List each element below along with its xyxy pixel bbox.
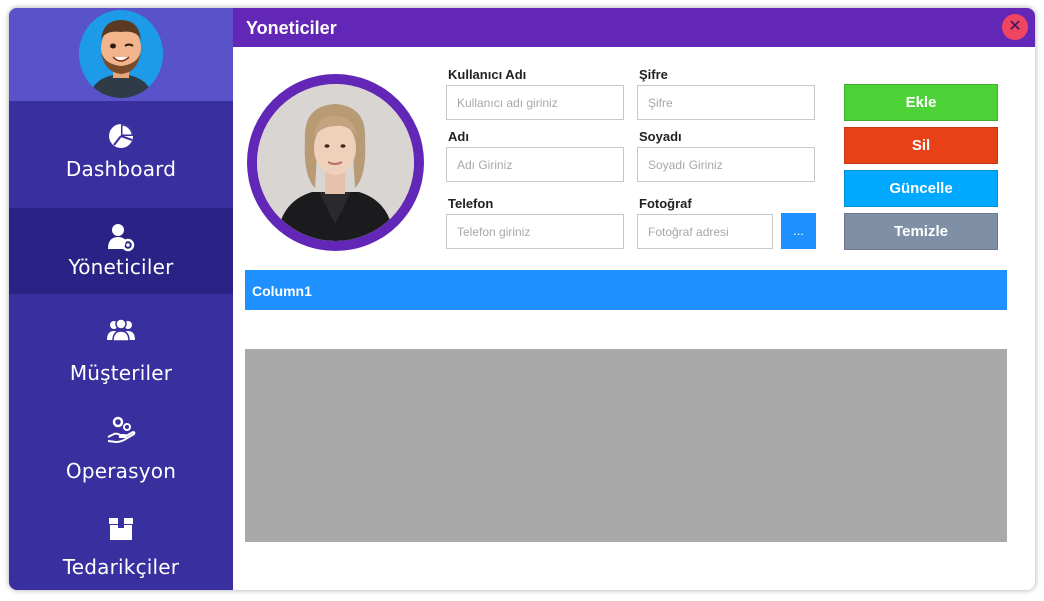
grid-header[interactable]: Column1: [245, 270, 1007, 310]
photo-label: Fotoğraf: [639, 196, 692, 211]
sidebar-item-label: Tedarikçiler: [62, 555, 180, 579]
sidebar-item-label: Yöneticiler: [68, 255, 174, 279]
avatar-panel: [9, 8, 233, 101]
box-icon: [106, 514, 136, 544]
sidebar-item-label: Dashboard: [65, 157, 177, 181]
delete-button[interactable]: Sil: [844, 127, 998, 164]
sidebar-item-operasyon[interactable]: Operasyon: [9, 401, 233, 487]
phone-input[interactable]: [446, 214, 624, 249]
sidebar-item-tedarikciler[interactable]: Tedarikçiler: [9, 498, 233, 584]
title-bar: Yoneticiler ✕: [233, 8, 1035, 47]
users-icon: [106, 315, 136, 345]
last-name-input[interactable]: [637, 147, 815, 182]
close-icon: ✕: [1008, 18, 1022, 35]
profile-photo-frame: [247, 74, 424, 251]
username-input[interactable]: [446, 85, 624, 120]
add-button[interactable]: Ekle: [844, 84, 998, 121]
sidebar-item-yoneticiler[interactable]: Yöneticiler: [9, 208, 233, 294]
browse-photo-button[interactable]: ...: [781, 213, 816, 249]
first-name-input[interactable]: [446, 147, 624, 182]
phone-label: Telefon: [448, 196, 494, 211]
clear-button[interactable]: Temizle: [844, 213, 998, 250]
sidebar-item-dashboard[interactable]: Dashboard: [9, 101, 233, 187]
sidebar-item-label: Operasyon: [65, 459, 177, 483]
hand-gears-icon: [106, 415, 136, 445]
sidebar: Dashboard Yöneticiler Müşteriler Operasy…: [9, 8, 233, 590]
app-window: Dashboard Yöneticiler Müşteriler Operasy…: [9, 8, 1035, 590]
username-label: Kullanıcı Adı: [448, 67, 527, 82]
update-button[interactable]: Güncelle: [844, 170, 998, 207]
avatar: [79, 10, 163, 98]
sidebar-item-musteriler[interactable]: Müşteriler: [9, 301, 233, 387]
data-grid[interactable]: [245, 349, 1007, 542]
grid-column-header[interactable]: Column1: [252, 283, 312, 299]
password-input[interactable]: [637, 85, 815, 120]
first-name-label: Adı: [448, 129, 469, 144]
sidebar-item-label: Müşteriler: [69, 361, 173, 385]
last-name-label: Soyadı: [639, 129, 682, 144]
page-title: Yoneticiler: [246, 18, 337, 38]
pie-chart-icon: [106, 121, 136, 151]
password-label: Şifre: [639, 67, 668, 82]
user-settings-icon: [106, 222, 136, 252]
photo-path-input[interactable]: [637, 214, 773, 249]
profile-photo: [257, 84, 414, 241]
close-button[interactable]: ✕: [1002, 14, 1028, 40]
